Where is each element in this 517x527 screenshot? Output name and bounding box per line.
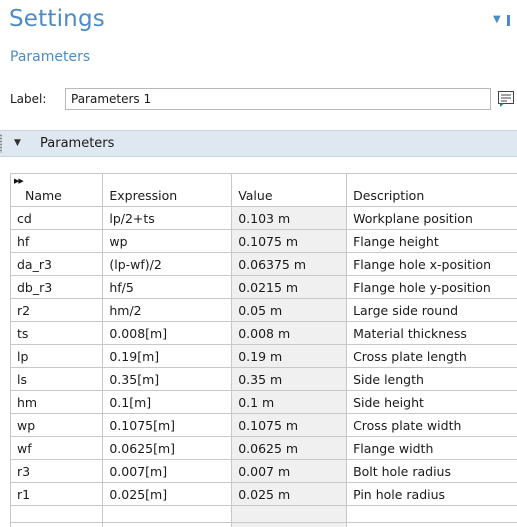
cell-description[interactable]: Side length — [346, 367, 517, 391]
drag-handle-icon — [0, 134, 2, 153]
cell-description[interactable]: Material thickness — [346, 321, 517, 345]
column-header-description[interactable]: Description — [346, 173, 517, 207]
table-row[interactable]: ls 0.35[m] 0.35 m Side length — [11, 367, 517, 391]
table-row[interactable]: wp 0.1075[m] 0.1075 m Cross plate width — [11, 413, 517, 437]
cell-name[interactable]: ls — [11, 367, 104, 391]
comment-button[interactable] — [497, 90, 515, 108]
table-row-empty[interactable] — [11, 505, 517, 523]
cell-filler — [11, 522, 104, 527]
column-header-name[interactable]: ▶▶ Name — [11, 173, 104, 207]
fast-forward-icon: ▶▶ — [14, 177, 24, 185]
table-row[interactable]: hm 0.1[m] 0.1 m Side height — [11, 390, 517, 414]
cell-filler — [102, 522, 233, 527]
cell-expression[interactable]: lp/2+ts — [102, 206, 233, 230]
cell-value: 0.05 m — [231, 298, 348, 322]
cell-description[interactable]: Flange width — [346, 436, 517, 460]
cell-description[interactable]: Cross plate length — [346, 344, 517, 368]
cell-description[interactable]: Flange height — [346, 229, 517, 253]
cell-empty[interactable] — [231, 505, 348, 523]
cell-expression[interactable]: 0.1075[m] — [102, 413, 233, 437]
cell-name[interactable]: hf — [11, 229, 104, 253]
cell-name[interactable]: r3 — [11, 459, 104, 483]
table-row[interactable]: da_r3 (lp-wf)/2 0.06375 m Flange hole x-pos… — [11, 252, 517, 276]
cell-empty[interactable] — [11, 505, 104, 523]
column-header-value[interactable]: Value — [231, 173, 348, 207]
cell-name[interactable]: da_r3 — [11, 252, 104, 276]
cell-value: 0.19 m — [231, 344, 348, 368]
cell-expression[interactable]: 0.0625[m] — [102, 436, 233, 460]
cell-value: 0.0215 m — [231, 275, 348, 299]
cell-value: 0.007 m — [231, 459, 348, 483]
label-row: Label: Parameters 1 — [10, 88, 515, 112]
caret-down-icon[interactable]: ▼ — [14, 138, 21, 148]
table-row[interactable]: r2 hm/2 0.05 m Large side round — [11, 298, 517, 322]
cell-expression[interactable]: 0.025[m] — [102, 482, 233, 506]
settings-subtitle: Parameters — [10, 49, 91, 65]
cell-name[interactable]: wp — [11, 413, 104, 437]
settings-title: Settings — [9, 6, 105, 32]
column-header-expression[interactable]: Expression — [102, 173, 233, 207]
table-row[interactable]: db_r3 hf/5 0.0215 m Flange hole y-position — [11, 275, 517, 299]
cell-description[interactable]: Flange hole y-position — [346, 275, 517, 299]
cell-value: 0.025 m — [231, 482, 348, 506]
cell-value: 0.06375 m — [231, 252, 348, 276]
cell-value: 0.1075 m — [231, 413, 348, 437]
cell-value: 0.1075 m — [231, 229, 348, 253]
table-row[interactable]: cd lp/2+ts 0.103 m Workplane position — [11, 206, 517, 230]
cell-description[interactable]: Flange hole x-position — [346, 252, 517, 276]
cell-description[interactable]: Cross plate width — [346, 413, 517, 437]
cell-empty[interactable] — [346, 505, 517, 523]
table-header-row: ▶▶ Name Expression Value Description — [11, 173, 517, 207]
label-input[interactable]: Parameters 1 — [65, 88, 491, 110]
cell-value: 0.0625 m — [231, 436, 348, 460]
comment-icon — [498, 91, 514, 107]
cell-expression[interactable]: hf/5 — [102, 275, 233, 299]
table-row[interactable]: hf wp 0.1075 m Flange height — [11, 229, 517, 253]
table-row[interactable]: r3 0.007[m] 0.007 m Bolt hole radius — [11, 459, 517, 483]
cell-empty[interactable] — [102, 505, 233, 523]
cell-expression[interactable]: wp — [102, 229, 233, 253]
cell-expression[interactable]: 0.008[m] — [102, 321, 233, 345]
cell-name[interactable]: hm — [11, 390, 104, 414]
cell-description[interactable]: Workplane position — [346, 206, 517, 230]
parameters-section-header[interactable]: ▼ Parameters — [0, 130, 517, 157]
cell-name[interactable]: wf — [11, 436, 104, 460]
section-title: Parameters — [40, 136, 115, 151]
cell-description[interactable]: Bolt hole radius — [346, 459, 517, 483]
dropdown-arrow-icon: ▼ — [493, 14, 501, 25]
cell-description[interactable]: Side height — [346, 390, 517, 414]
cell-expression[interactable]: 0.35[m] — [102, 367, 233, 391]
cell-expression[interactable]: 0.1[m] — [102, 390, 233, 414]
table-row[interactable]: ts 0.008[m] 0.008 m Material thickness — [11, 321, 517, 345]
cell-value: 0.008 m — [231, 321, 348, 345]
pin-icon — [507, 15, 510, 26]
cell-name[interactable]: ts — [11, 321, 104, 345]
label-caption: Label: — [10, 92, 47, 106]
cell-name[interactable]: r1 — [11, 482, 104, 506]
table-row[interactable]: wf 0.0625[m] 0.0625 m Flange width — [11, 436, 517, 460]
cell-name[interactable]: cd — [11, 206, 104, 230]
cell-description[interactable]: Pin hole radius — [346, 482, 517, 506]
cell-expression[interactable]: hm/2 — [102, 298, 233, 322]
cell-description[interactable]: Large side round — [346, 298, 517, 322]
cell-value: 0.1 m — [231, 390, 348, 414]
parameters-table: ▶▶ Name Expression Value Description cd l… — [10, 173, 517, 527]
cell-name[interactable]: r2 — [11, 298, 104, 322]
cell-name[interactable]: db_r3 — [11, 275, 104, 299]
cell-expression[interactable]: 0.19[m] — [102, 344, 233, 368]
table-row[interactable]: lp 0.19[m] 0.19 m Cross plate length — [11, 344, 517, 368]
table-row[interactable]: r1 0.025[m] 0.025 m Pin hole radius — [11, 482, 517, 506]
cell-name[interactable]: lp — [11, 344, 104, 368]
cell-filler — [346, 522, 517, 527]
pin-window-button[interactable]: ▼ — [493, 14, 517, 28]
cell-value: 0.103 m — [231, 206, 348, 230]
table-filler-row — [11, 522, 517, 527]
cell-expression[interactable]: 0.007[m] — [102, 459, 233, 483]
cell-value: 0.35 m — [231, 367, 348, 391]
cell-expression[interactable]: (lp-wf)/2 — [102, 252, 233, 276]
cell-filler — [231, 522, 348, 527]
